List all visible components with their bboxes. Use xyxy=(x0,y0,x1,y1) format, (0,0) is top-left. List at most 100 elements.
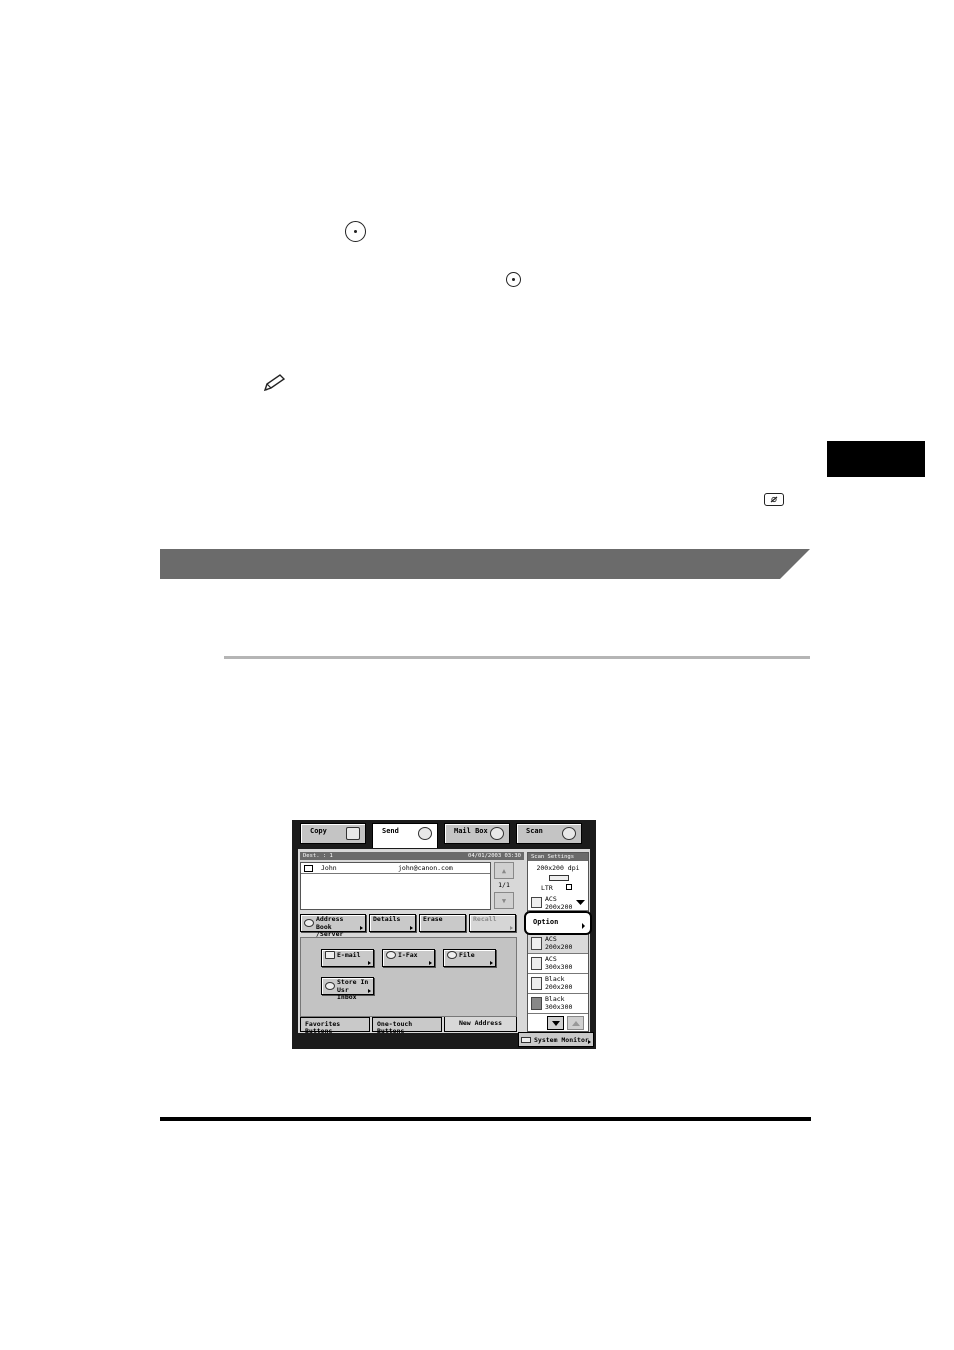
scan-settings-header: Scan Settings xyxy=(528,853,588,861)
mode-resolution: 200x200 xyxy=(545,902,573,911)
duplex-icon xyxy=(549,875,569,881)
button-label: I-Fax xyxy=(398,951,418,959)
resolution-readout: 200x200 dpi xyxy=(536,864,580,872)
button-label: E-mail xyxy=(337,951,361,959)
triangle-down-icon: ▼ xyxy=(501,896,507,905)
list-item[interactable]: Black 300x300 xyxy=(528,994,588,1014)
favorites-buttons-tab[interactable]: Favorites Buttons xyxy=(300,1017,370,1035)
erase-button[interactable]: Erase xyxy=(419,914,466,932)
scroll-up-button[interactable]: ▲ xyxy=(494,862,514,879)
email-icon xyxy=(304,865,313,872)
paper-size: LTR xyxy=(541,884,553,892)
tab-send[interactable]: Send xyxy=(372,823,438,848)
section-header-bar xyxy=(160,549,810,579)
destination-address: john@canon.com xyxy=(398,864,453,872)
store-in-user-inbox-button[interactable]: Store In Usr Inbox xyxy=(321,977,374,1001)
tab-label: Mail Box xyxy=(454,827,488,835)
system-monitor-button[interactable]: System Monitor xyxy=(518,1032,594,1047)
date-time: 04/01/2003 03:30 xyxy=(468,853,521,859)
arrow-right-icon xyxy=(410,926,413,930)
email-icon xyxy=(325,951,335,959)
button-label: Erase xyxy=(423,915,443,923)
destination-name: John xyxy=(321,864,337,872)
tab-copy[interactable]: Copy xyxy=(300,823,366,844)
mode-resolution: 300x300 xyxy=(545,1002,573,1011)
step-divider xyxy=(224,656,810,659)
scroll-down-button[interactable]: ▼ xyxy=(494,892,514,909)
list-item[interactable]: Black 200x200 xyxy=(528,974,588,994)
send-panel: Dest. : 1 04/01/2003 03:30 John john@can… xyxy=(298,849,590,1035)
tab-label: One-touch Buttons xyxy=(377,1020,413,1035)
email-button[interactable]: E-mail xyxy=(321,949,374,967)
recall-button: Recall xyxy=(469,914,516,932)
arrow-right-icon xyxy=(360,926,363,930)
page-bottom-rule xyxy=(160,1117,811,1121)
arrow-right-icon xyxy=(368,961,371,965)
start-key-icon xyxy=(345,221,366,242)
triangle-up-icon: ▲ xyxy=(501,866,507,875)
button-label: File xyxy=(459,951,475,959)
file-button[interactable]: File xyxy=(443,949,496,967)
list-item[interactable]: ACS 200x200 xyxy=(528,934,588,954)
arrow-right-icon xyxy=(582,923,585,929)
triangle-up-icon xyxy=(571,1020,580,1026)
send-icon xyxy=(418,827,432,840)
tab-label: Scan xyxy=(526,827,543,835)
list-scroll-down-button[interactable] xyxy=(547,1016,564,1030)
mail-box-icon xyxy=(490,827,504,840)
list-item[interactable]: ACS 300x300 xyxy=(528,954,588,974)
page-indicator: 1/1 xyxy=(498,881,510,889)
scan-settings-panel: Scan Settings 200x200 dpi LTR ACS 200x20… xyxy=(527,852,589,1032)
scan-icon xyxy=(562,827,576,840)
button-label: Details xyxy=(373,915,401,923)
inbox-icon xyxy=(325,982,335,990)
mode-resolution: 300x300 xyxy=(545,962,573,971)
mode-resolution: 200x200 xyxy=(545,982,573,991)
scan-mode-icon xyxy=(531,997,542,1010)
ifax-icon xyxy=(386,951,396,959)
scan-mode-icon xyxy=(531,957,542,970)
arrow-right-icon xyxy=(490,961,493,965)
mode-resolution: 200x200 xyxy=(545,942,573,951)
current-mode-dropdown[interactable]: ACS 200x200 xyxy=(528,894,588,911)
tab-label: Copy xyxy=(310,827,327,835)
tab-mail-box[interactable]: Mail Box xyxy=(444,823,510,844)
dropdown-arrow-icon xyxy=(576,900,585,905)
triangle-down-icon xyxy=(551,1020,560,1026)
file-icon xyxy=(447,951,457,959)
button-label: System Monitor xyxy=(534,1036,589,1044)
monitor-icon xyxy=(521,1037,531,1043)
destination-list: John john@canon.com xyxy=(300,862,491,910)
arrow-right-icon xyxy=(510,926,513,930)
paper-icon xyxy=(566,884,572,890)
stop-key-icon xyxy=(764,493,784,506)
tab-label: Favorites Buttons xyxy=(305,1020,341,1035)
destination-type-area: E-mail I-Fax File Store In Usr Inbox xyxy=(300,937,517,1017)
pencil-note-icon xyxy=(263,374,286,392)
list-scroll-up-button[interactable] xyxy=(567,1016,584,1030)
tab-label: New Address xyxy=(458,1019,503,1027)
chapter-tab xyxy=(827,441,925,477)
arrow-right-icon xyxy=(588,1040,591,1044)
arrow-right-icon xyxy=(368,989,371,993)
scan-mode-icon xyxy=(531,977,542,990)
tab-label: Send xyxy=(382,827,399,835)
scan-mode-icon xyxy=(531,897,542,908)
one-touch-buttons-tab[interactable]: One-touch Buttons xyxy=(372,1017,442,1035)
copy-icon xyxy=(346,827,360,840)
button-label: Option xyxy=(533,918,559,926)
address-book-button[interactable]: Address Book /Server xyxy=(300,914,366,938)
button-label: Recall xyxy=(473,915,497,923)
ifax-button[interactable]: I-Fax xyxy=(382,949,435,967)
address-book-icon xyxy=(304,919,314,927)
new-address-tab[interactable]: New Address xyxy=(444,1017,517,1032)
destination-count: Dest. : 1 xyxy=(303,853,333,859)
arrow-right-icon xyxy=(429,961,432,965)
list-item[interactable]: John john@canon.com xyxy=(301,863,490,874)
option-button[interactable]: Option xyxy=(524,911,592,935)
start-key-icon xyxy=(506,272,521,287)
destination-header: Dest. : 1 04/01/2003 03:30 xyxy=(300,852,524,860)
scan-mode-icon xyxy=(531,937,542,950)
tab-scan[interactable]: Scan xyxy=(516,823,582,844)
details-button[interactable]: Details xyxy=(369,914,416,932)
